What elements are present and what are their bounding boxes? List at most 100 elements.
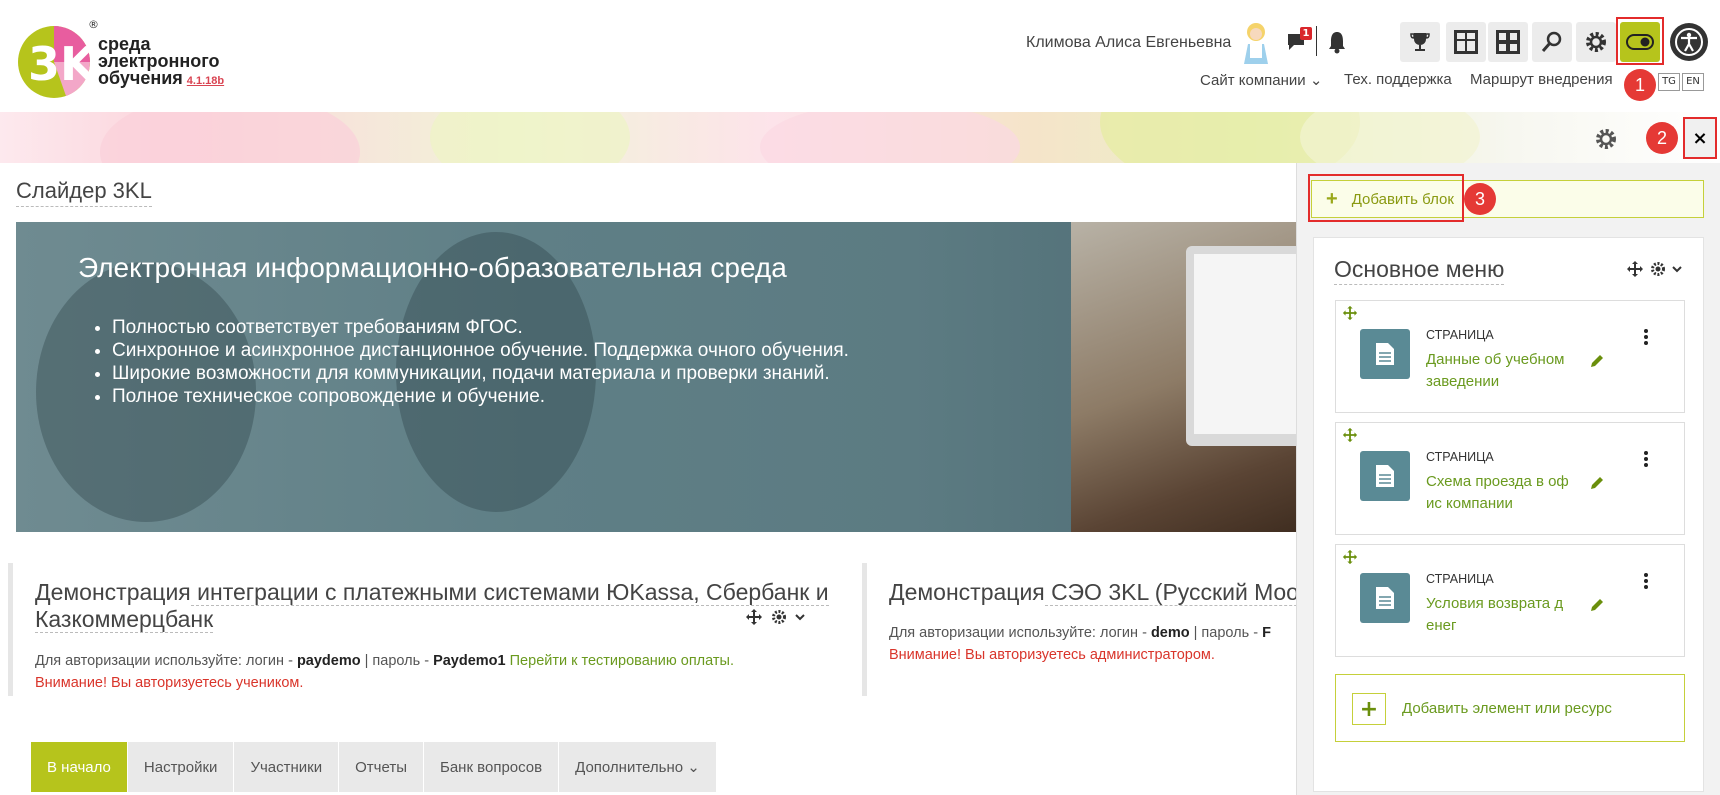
pencil-icon[interactable] (1589, 475, 1605, 491)
item-link[interactable]: Условия возврата денег (1426, 593, 1571, 637)
lang-en[interactable]: EN (1682, 73, 1704, 91)
slider-bullets: Полностью соответствует требованиям ФГОС… (112, 316, 849, 408)
item-link[interactable]: Данные об учебном заведении (1426, 349, 1571, 393)
page-icon (1360, 451, 1410, 501)
slider-laptop-screen (1194, 254, 1296, 434)
search-button[interactable] (1532, 22, 1572, 62)
card-warning: Внимание! Вы авторизуетесь администратор… (889, 647, 1215, 663)
settings-button[interactable] (1576, 22, 1616, 62)
auth-mid: | пароль - (360, 653, 434, 669)
tab-participants[interactable]: Участники (234, 742, 340, 792)
add-resource-label: Добавить элемент или ресурс (1402, 700, 1612, 717)
tab-question-bank[interactable]: Банк вопросов (424, 742, 560, 792)
slider-title[interactable]: Слайдер 3KL (16, 178, 152, 207)
move-icon[interactable] (745, 608, 763, 626)
avatar[interactable] (1236, 20, 1276, 64)
gear-icon[interactable] (1650, 261, 1666, 277)
menu-item: СТРАНИЦА Условия возврата денег (1335, 544, 1685, 657)
accessibility-button[interactable] (1670, 23, 1708, 61)
annotation-badge-2: 2 (1646, 122, 1678, 154)
slider-bullet: Полностью соответствует требованиям ФГОС… (112, 316, 849, 339)
auth-prefix: Для авторизации используйте: логин - (35, 653, 297, 669)
block-settings-gear-icon[interactable] (1594, 127, 1618, 151)
page-icon (1360, 573, 1410, 623)
demo-card-moodle: Демонстрация СЭО 3KL (Русский Moodle) Дл… (862, 563, 1296, 696)
chevron-down-icon[interactable] (1672, 264, 1682, 274)
trophy-button[interactable] (1400, 22, 1440, 62)
gear-icon (1586, 32, 1606, 52)
more-options-icon[interactable] (1638, 327, 1654, 347)
tab-more[interactable]: Дополнительно ⌄ (559, 742, 717, 792)
messages-badge: 1 (1300, 27, 1312, 40)
auth-mid: | пароль - (1189, 625, 1263, 641)
card-title-part: Демонстрация (889, 579, 1045, 605)
logo-line-3: обучения (98, 68, 183, 88)
route-link[interactable]: Маршрут внедрения (1470, 71, 1613, 88)
card-title-part: СЭО 3KL (Русский Moodle) (1044, 579, 1296, 606)
more-options-icon[interactable] (1638, 449, 1654, 469)
item-type: СТРАНИЦА (1426, 328, 1494, 342)
slider-bullet: Полное техническое сопровождение и обуче… (112, 385, 849, 408)
header-divider (1316, 26, 1317, 56)
company-site-link[interactable]: Сайт компании ⌄ (1200, 71, 1322, 89)
more-options-icon[interactable] (1638, 571, 1654, 591)
accessibility-icon (1675, 28, 1703, 56)
login-value: paydemo (296, 653, 361, 669)
support-link[interactable]: Тех. поддержка (1344, 71, 1452, 88)
item-type: СТРАНИЦА (1426, 572, 1494, 586)
move-icon[interactable] (1626, 260, 1644, 278)
pencil-icon[interactable] (1589, 353, 1605, 369)
move-icon[interactable] (1342, 305, 1358, 321)
banner-shape (100, 112, 360, 163)
password-value: F (1262, 625, 1271, 641)
tab-reports[interactable]: Отчеты (339, 742, 424, 792)
logo[interactable]: 3K ® среда электронного обучения 4.1.18b (14, 18, 244, 104)
demo-card-payments: Демонстрация интеграции с платежными сис… (8, 563, 848, 696)
card-tools (745, 608, 805, 626)
add-resource-button[interactable]: + Добавить элемент или ресурс (1335, 674, 1685, 742)
pencil-icon[interactable] (1589, 597, 1605, 613)
svg-text:3K: 3K (28, 37, 96, 91)
close-drawer-button[interactable]: × (1683, 117, 1717, 159)
slider-bullet: Синхронное и асинхронное дистанционное о… (112, 339, 849, 362)
trophy-icon (1410, 33, 1430, 51)
registered-mark: ® (88, 18, 99, 31)
password-value: Paydemo1 (433, 653, 506, 669)
gear-icon[interactable] (771, 609, 787, 625)
item-link[interactable]: Схема проезда в офис компании (1426, 471, 1571, 515)
menu-tools (1626, 260, 1682, 278)
annotation-badge-3: 3 (1464, 183, 1496, 215)
logo-text: среда электронного обучения 4.1.18b (98, 35, 224, 90)
banner-shape (430, 112, 630, 163)
tab-settings[interactable]: Настройки (128, 742, 235, 792)
chevron-down-icon[interactable] (795, 612, 805, 622)
menu-item: СТРАНИЦА Схема проезда в офис компании (1335, 422, 1685, 535)
grid-icon (1496, 30, 1520, 54)
banner-shape (760, 112, 1020, 163)
payment-test-link[interactable]: Перейти к тестированию оплаты. (506, 653, 734, 669)
main-menu-block: Основное меню СТРАНИЦА Данные об учебном… (1313, 237, 1704, 792)
dashboard-button[interactable] (1446, 22, 1486, 62)
header-banner (0, 112, 1720, 163)
card-title[interactable]: Демонстрация СЭО 3KL (Русский Moodle) (889, 579, 1296, 606)
edit-mode-highlight (1616, 17, 1664, 65)
page-icon (1360, 329, 1410, 379)
card-auth-text: Для авторизации используйте: логин - pay… (35, 653, 734, 669)
auth-prefix: Для авторизации используйте: логин - (889, 625, 1151, 641)
plus-icon: + (1352, 693, 1386, 725)
bell-icon[interactable] (1326, 30, 1348, 54)
lang-tg[interactable]: TG (1658, 73, 1680, 91)
banner-shape (1300, 112, 1480, 163)
card-warning: Внимание! Вы авторизуетесь учеником. (35, 675, 304, 691)
tab-home[interactable]: В начало (31, 742, 128, 792)
header: 3K ® среда электронного обучения 4.1.18b … (0, 0, 1720, 112)
user-name[interactable]: Климова Алиса Евгеньевна (1026, 34, 1231, 52)
logo-mark-icon: 3K (18, 26, 96, 98)
main-menu-title[interactable]: Основное меню (1334, 256, 1505, 285)
grid-button[interactable] (1488, 22, 1528, 62)
logo-version[interactable]: 4.1.18b (187, 75, 224, 87)
card-title[interactable]: Демонстрация интеграции с платежными сис… (35, 579, 845, 633)
move-icon[interactable] (1342, 549, 1358, 565)
menu-item: СТРАНИЦА Данные об учебном заведении (1335, 300, 1685, 413)
move-icon[interactable] (1342, 427, 1358, 443)
